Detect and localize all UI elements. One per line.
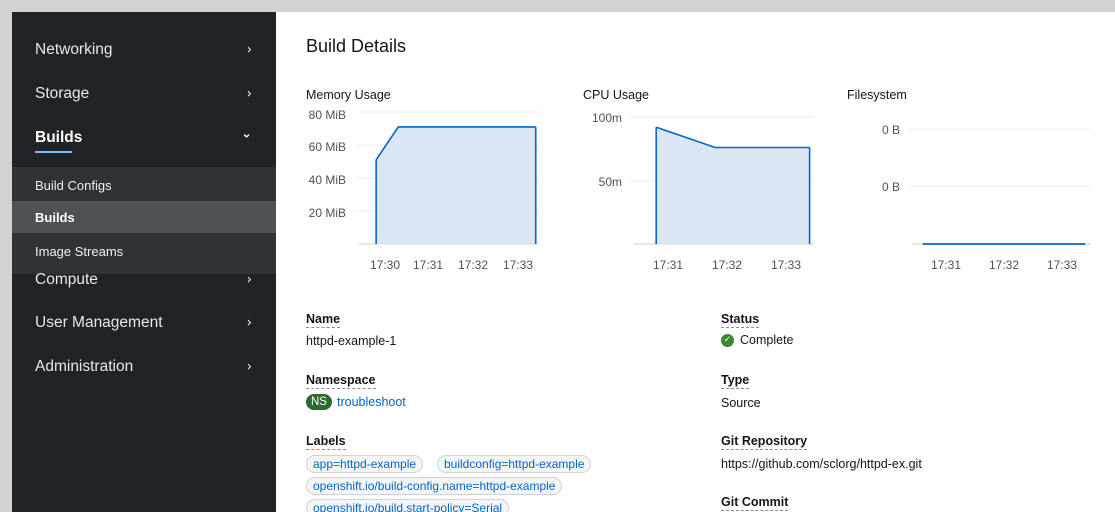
sidebar-item-label: User Management bbox=[35, 314, 163, 331]
sidebar-item-label: Compute bbox=[35, 271, 98, 288]
label-chip[interactable]: buildconfig=httpd-example bbox=[437, 455, 592, 473]
label-chip[interactable]: openshift.io/build.start-policy=Serial bbox=[306, 499, 510, 512]
name-label: Name bbox=[306, 312, 341, 328]
y-tick-label: 0 B bbox=[882, 123, 900, 137]
active-section-indicator bbox=[35, 151, 72, 153]
status-text: Complete bbox=[740, 333, 794, 347]
git-commit-label: Git Commit bbox=[721, 495, 789, 511]
namespace-badge: NS bbox=[306, 394, 332, 410]
status-value: ✓ Complete bbox=[721, 333, 794, 347]
filesystem-chart: 0 B 0 B 17:31 17:32 17:33 bbox=[882, 123, 1091, 272]
y-tick-label: 60 MiB bbox=[309, 140, 346, 154]
chevron-right-icon: › bbox=[246, 42, 252, 58]
namespace-link[interactable]: troubleshoot bbox=[337, 395, 406, 409]
memory-usage-chart: 80 MiB 60 MiB 40 MiB 20 MiB 17:30 17:31 … bbox=[309, 108, 538, 272]
y-tick-label: 100m bbox=[592, 111, 622, 125]
x-tick-label: 17:31 bbox=[931, 258, 961, 272]
chevron-right-icon: › bbox=[246, 315, 252, 331]
status-label: Status bbox=[721, 312, 760, 328]
x-tick-label: 17:33 bbox=[503, 258, 533, 272]
series-area bbox=[656, 127, 810, 244]
sidebar-subitem-build-configs[interactable]: Build Configs bbox=[12, 169, 276, 201]
main-content: Build Details Memory Usage CPU Usage Fil… bbox=[276, 12, 1115, 512]
sidebar-subitem-label: Builds bbox=[35, 209, 75, 225]
y-tick-label: 40 MiB bbox=[309, 173, 346, 187]
sidebar-item-networking[interactable]: Networking › bbox=[12, 28, 276, 72]
namespace-label: Namespace bbox=[306, 373, 376, 389]
chevron-right-icon: › bbox=[246, 86, 252, 102]
y-tick-label: 0 B bbox=[882, 180, 900, 194]
cpu-usage-chart: 100m 50m 17:31 17:32 17:33 bbox=[592, 111, 814, 272]
chevron-right-icon: › bbox=[246, 359, 252, 375]
sidebar-item-label: Administration bbox=[35, 358, 134, 375]
x-tick-label: 17:32 bbox=[712, 258, 742, 272]
sidebar-item-user-management[interactable]: User Management › bbox=[12, 301, 276, 345]
x-tick-label: 17:30 bbox=[370, 258, 400, 272]
label-chip[interactable]: app=httpd-example bbox=[306, 455, 424, 473]
y-tick-label: 20 MiB bbox=[309, 206, 346, 220]
x-tick-label: 17:33 bbox=[771, 258, 801, 272]
git-repository-value: https://github.com/sclorg/httpd-ex.git bbox=[721, 457, 922, 471]
sidebar-item-compute[interactable]: Compute › bbox=[12, 258, 276, 302]
sidebar-item-label: Storage bbox=[35, 85, 90, 102]
type-label: Type bbox=[721, 373, 750, 389]
sidebar-item-builds[interactable]: Builds ⌄ bbox=[12, 116, 276, 160]
x-tick-label: 17:32 bbox=[458, 258, 488, 272]
series-area bbox=[376, 126, 536, 244]
sidebar-item-label: Networking bbox=[35, 41, 113, 58]
y-tick-label: 50m bbox=[599, 175, 622, 189]
y-tick-label: 80 MiB bbox=[309, 108, 346, 122]
namespace-value: NS troubleshoot bbox=[306, 394, 406, 410]
window-top-border bbox=[0, 0, 1115, 12]
sidebar-item-label: Builds bbox=[35, 129, 83, 146]
sidebar-item-storage[interactable]: Storage › bbox=[12, 72, 276, 116]
sidebar-item-administration[interactable]: Administration › bbox=[12, 345, 276, 389]
sidebar-subitem-label: Image Streams bbox=[35, 243, 124, 259]
labels-label: Labels bbox=[306, 434, 346, 450]
type-value: Source bbox=[721, 396, 761, 410]
git-repository-label: Git Repository bbox=[721, 434, 808, 450]
chevron-down-icon: ⌄ bbox=[241, 126, 252, 142]
x-tick-label: 17:31 bbox=[653, 258, 683, 272]
name-value: httpd-example-1 bbox=[306, 334, 397, 348]
x-tick-label: 17:32 bbox=[989, 258, 1019, 272]
sidebar-subitem-label: Build Configs bbox=[35, 177, 112, 193]
utilization-charts: 80 MiB 60 MiB 40 MiB 20 MiB 17:30 17:31 … bbox=[309, 108, 1091, 272]
label-chip[interactable]: openshift.io/build-config.name=httpd-exa… bbox=[306, 477, 563, 495]
window-left-border bbox=[0, 12, 12, 512]
x-tick-label: 17:31 bbox=[413, 258, 443, 272]
chevron-right-icon: › bbox=[246, 272, 252, 288]
sidebar-subitem-builds[interactable]: Builds bbox=[12, 201, 276, 233]
check-circle-icon: ✓ bbox=[721, 333, 734, 347]
x-tick-label: 17:33 bbox=[1047, 258, 1077, 272]
sidebar: Networking › Storage › Builds ⌄ Build Co… bbox=[12, 12, 276, 512]
